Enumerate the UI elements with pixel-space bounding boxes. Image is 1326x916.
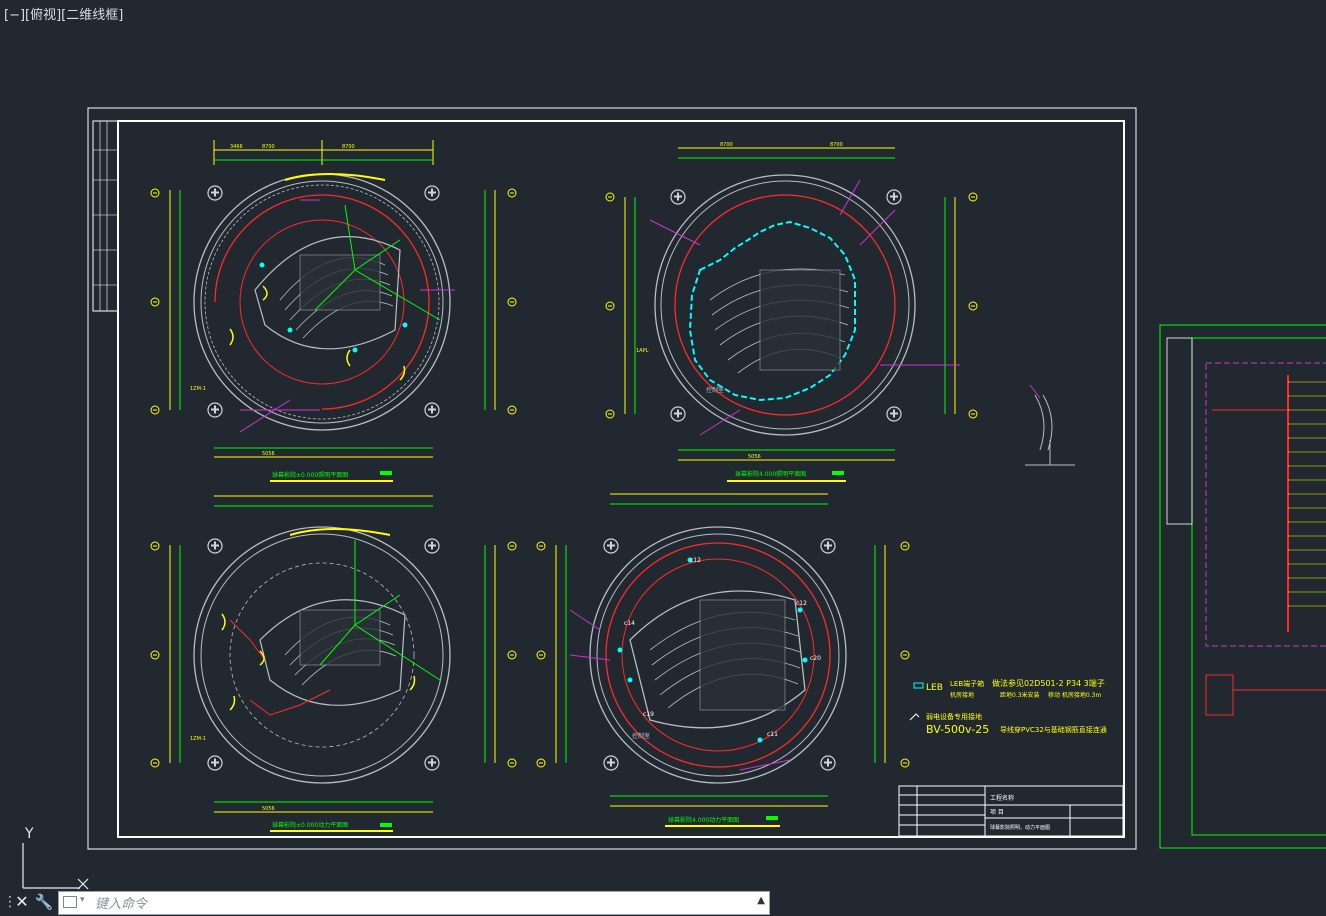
circuit-label: c11 xyxy=(767,731,778,738)
title-item-label: 项 目 xyxy=(990,809,1004,816)
circuit-label: c12 xyxy=(796,600,807,607)
legend-conduit-suffix: 导线穿PVC32与基础钢筋直接连通 xyxy=(1000,725,1107,734)
title-drawing-name: 球幕影院照明、动力平面图 xyxy=(990,824,1050,831)
plan-title-top-right: 球幕影院4.000照明平面图 xyxy=(735,470,806,478)
legend-note: 机房接地 xyxy=(950,691,974,699)
adjacent-sheet[interactable] xyxy=(1159,324,1326,849)
drag-handle-icon[interactable]: ⋮ xyxy=(3,892,17,912)
room-label: 控制室 xyxy=(632,732,650,740)
legend: LEB LEB端子箱 做法参见02D501-2 P34 3端子 机房接地 距地0… xyxy=(909,678,1107,736)
panel-callout: 1APL xyxy=(636,348,649,354)
legend-note: 距地0.3米安装 xyxy=(1000,691,1040,699)
panel-callout: 1ZM-1 xyxy=(190,386,206,392)
dim-label: 8700 xyxy=(830,142,843,148)
circuit-label: c20 xyxy=(810,655,821,662)
plan-title-top-left: 球幕影院±0.000照明平面图 xyxy=(272,471,348,479)
legend-leb-text: LEB端子箱 xyxy=(950,679,984,688)
legend-leb-symbol: LEB xyxy=(926,683,943,693)
dim-label: 3466 xyxy=(230,144,243,150)
sheet-outer-frame xyxy=(87,107,1137,850)
plan-bottom-left[interactable]: 5056 1ZM-1 球幕影院±0.000动力平面图 xyxy=(150,495,517,832)
circuit-label: c14 xyxy=(624,620,635,627)
legend-conduit-label: 弱电设备专用接地 xyxy=(926,712,982,721)
room-label: 控制室 xyxy=(706,386,724,394)
plan-top-left[interactable]: 3466 8700 8700 5056 1ZM-1 球幕影院±0.000照明平面… xyxy=(150,140,517,482)
plan-title-bottom-left: 球幕影院±0.000动力平面图 xyxy=(272,821,348,829)
dim-label: 5056 xyxy=(748,454,761,460)
terminal-icon[interactable] xyxy=(63,896,77,908)
wrench-icon[interactable]: 🔧 xyxy=(34,891,54,913)
legend-conduit-spec: BV-500v-25 xyxy=(926,723,989,736)
binding-strip xyxy=(92,120,119,312)
dim-label: 8700 xyxy=(720,142,733,148)
plan-title-bottom-right: 球幕影院4.000动力平面图 xyxy=(668,816,739,824)
legend-note: 移动 机房接地0.3m xyxy=(1048,691,1101,699)
circuit-label: c19 xyxy=(643,711,654,718)
dim-label: 8700 xyxy=(342,144,355,150)
command-line-bar[interactable]: ⋮ ✕ 🔧 ▾ ▲ xyxy=(0,889,770,916)
dim-label: 8700 xyxy=(262,144,275,150)
command-input[interactable] xyxy=(93,893,737,915)
ucs-y-label: Y xyxy=(24,826,34,842)
model-space-drawing[interactable]: 3466 8700 8700 5056 1ZM-1 球幕影院±0.000照明平面… xyxy=(0,0,1326,916)
dim-label: 5056 xyxy=(262,451,275,457)
legend-leb-install: 做法参见02D501-2 P34 3端子 xyxy=(992,678,1105,688)
plan-top-right[interactable]: 8700 8700 5056 1APL 控制室 球幕影院4.000照明平面图 xyxy=(605,142,978,482)
grounding-detail xyxy=(1025,384,1075,466)
close-icon[interactable]: ✕ xyxy=(13,891,31,913)
dim-label: 5056 xyxy=(262,806,275,812)
chevron-up-icon[interactable]: ▲ xyxy=(757,895,765,906)
chevron-down-icon[interactable]: ▾ xyxy=(80,895,85,905)
plan-bottom-right[interactable]: c12 c12 c14 c20 c19 c11 控制室 球幕影院4.000动力平… xyxy=(536,493,910,827)
circuit-label: c12 xyxy=(690,557,701,564)
command-input-box[interactable]: ▾ ▲ xyxy=(58,891,770,915)
panel-callout: 1ZM-1 xyxy=(190,736,206,742)
title-project-label: 工程名称 xyxy=(990,794,1014,802)
ucs-icon xyxy=(22,843,89,890)
